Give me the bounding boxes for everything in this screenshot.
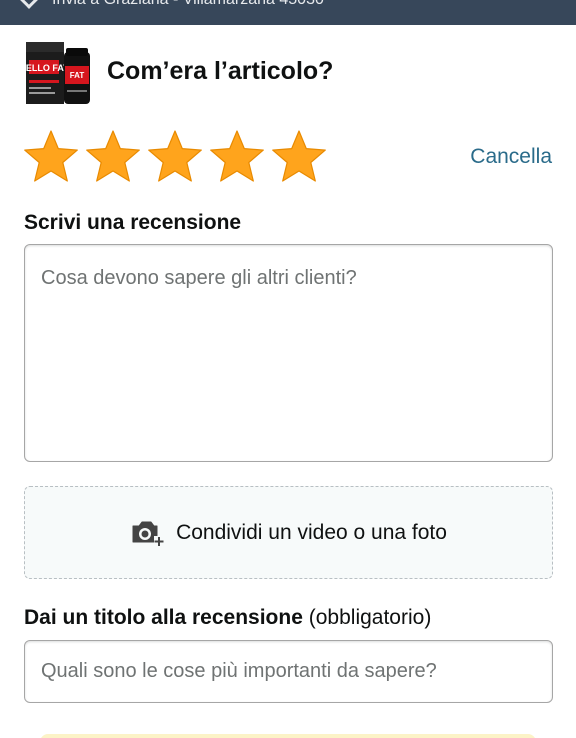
star-rating[interactable] (22, 128, 328, 186)
headline-label: Dai un titolo alla recensione (24, 606, 303, 629)
camera-plus-icon (132, 521, 165, 546)
star-icon[interactable] (270, 128, 328, 186)
star-icon[interactable] (84, 128, 142, 186)
review-placeholder: Cosa devono sapere gli altri clienti? (41, 267, 357, 289)
review-textarea[interactable]: Cosa devono sapere gli altri clienti? (24, 244, 553, 462)
page-title: Com’era l’articolo? (107, 57, 334, 85)
submit-button[interactable] (40, 734, 536, 738)
review-section-label: Scrivi una recensione (24, 211, 242, 234)
product-image-brand: HELLO FAT (24, 63, 69, 73)
headline-section-label: Dai un titolo alla recensione (obbligato… (24, 606, 431, 630)
chevron-down-icon (19, 0, 39, 9)
add-media-label: Condividi un video o una foto (176, 520, 447, 544)
delivery-location-text: Invia a Graziana - Villamarzana 45030 (52, 0, 324, 9)
star-icon[interactable] (22, 128, 80, 186)
product-image: HELLO FAT FAT (24, 42, 90, 104)
headline-placeholder: Quali sono le cose più importanti da sap… (41, 660, 437, 682)
star-icon[interactable] (146, 128, 204, 186)
cancel-rating-link[interactable]: Cancella (470, 145, 552, 169)
star-icon[interactable] (208, 128, 266, 186)
required-note: (obbligatorio) (308, 606, 432, 629)
add-media-button[interactable]: Condividi un video o una foto (24, 486, 553, 579)
svg-text:FAT: FAT (70, 71, 85, 80)
delivery-location-bar[interactable]: Invia a Graziana - Villamarzana 45030 (0, 0, 576, 25)
headline-input[interactable]: Quali sono le cose più importanti da sap… (24, 640, 553, 703)
